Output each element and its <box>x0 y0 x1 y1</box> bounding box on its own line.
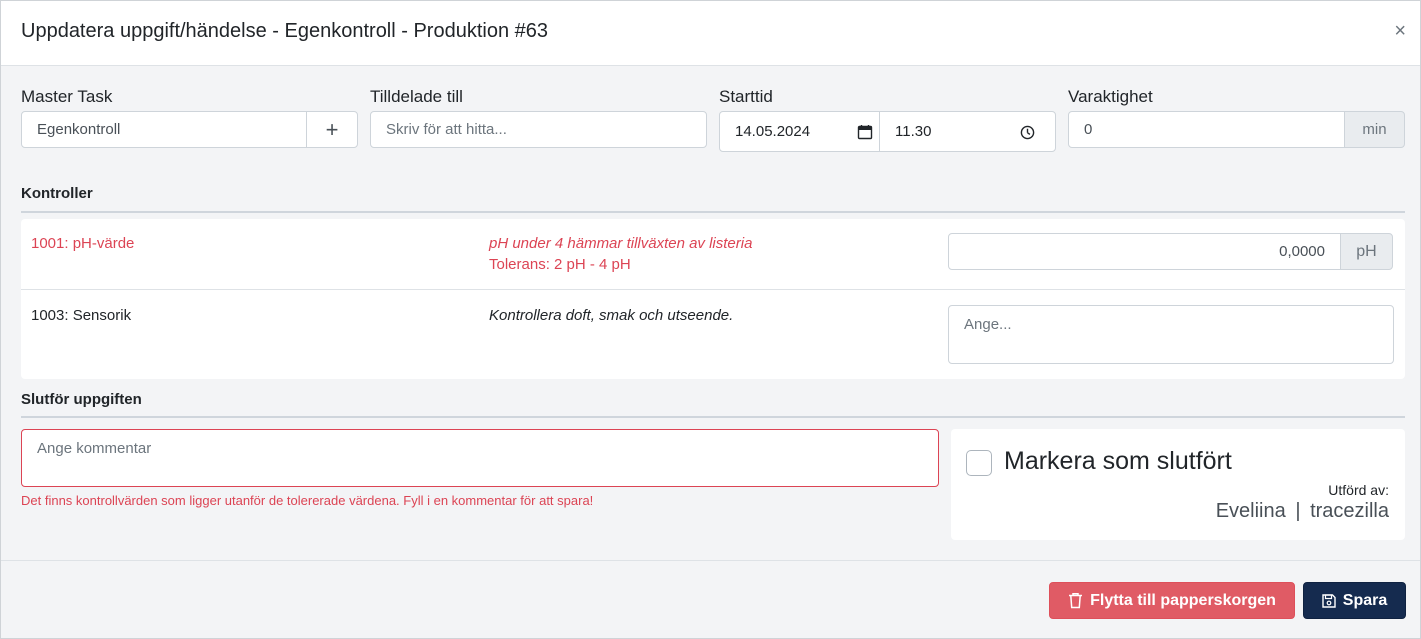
trash-icon <box>1068 592 1083 609</box>
duration-input[interactable]: 0 <box>1068 111 1345 148</box>
start-time-value: 11.30 <box>895 123 932 140</box>
ph-unit: pH <box>1340 233 1393 270</box>
assigned-label: Tilldelade till <box>370 87 463 106</box>
control-description: pH under 4 hämmar tillväxten av listeria <box>489 235 753 252</box>
save-label: Spara <box>1342 591 1388 609</box>
add-master-task-button[interactable]: + <box>306 111 358 148</box>
task-modal: Uppdatera uppgift/händelse - Egenkontrol… <box>0 0 1421 639</box>
performed-by-org: tracezilla <box>1310 500 1389 522</box>
ph-value-input[interactable]: 0,0000 <box>948 233 1341 270</box>
control-name: 1003: Sensorik <box>31 307 132 324</box>
control-row-divider <box>21 289 1405 290</box>
duration-unit: min <box>1344 111 1405 148</box>
controls-card: 1001: pH-värde pH under 4 hämmar tillväx… <box>21 219 1405 379</box>
completion-card: Markera som slutfört Utförd av: Eveliina… <box>951 429 1405 540</box>
move-to-trash-button[interactable]: Flytta till papperskorgen <box>1049 582 1295 619</box>
controls-divider <box>21 211 1405 213</box>
master-task-label: Master Task <box>21 87 113 106</box>
floppy-disk-icon <box>1322 593 1336 608</box>
comment-error-message: Det finns kontrollvärden som ligger utan… <box>21 493 594 508</box>
control-name: 1001: pH-värde <box>31 235 135 252</box>
duration-label: Varaktighet <box>1068 87 1153 106</box>
complete-section-title: Slutför uppgiften <box>21 391 142 408</box>
clock-icon[interactable] <box>1020 125 1035 140</box>
performed-by-label: Utförd av: <box>1328 482 1389 498</box>
sensory-input[interactable]: Ange... <box>948 305 1394 364</box>
performed-by-value: Eveliina | tracezilla <box>1216 500 1389 523</box>
master-task-input[interactable]: Egenkontroll <box>21 111 307 148</box>
close-button[interactable]: × <box>1394 20 1406 42</box>
modal-footer: Flytta till papperskorgen Spara <box>1 560 1420 638</box>
start-date-value: 14.05.2024 <box>735 123 811 140</box>
mark-complete-checkbox[interactable] <box>966 450 992 476</box>
start-time-label: Starttid <box>719 87 773 106</box>
assigned-search-input[interactable]: Skriv för att hitta... <box>370 111 707 148</box>
comment-textarea[interactable]: Ange kommentar <box>21 429 939 487</box>
mark-complete-label: Markera som slutfört <box>1004 447 1232 475</box>
move-to-trash-label: Flytta till papperskorgen <box>1090 591 1276 609</box>
complete-divider <box>21 416 1405 418</box>
start-date-input[interactable]: 14.05.2024 <box>719 111 880 152</box>
control-description: Kontrollera doft, smak och utseende. <box>489 307 734 324</box>
modal-header: Uppdatera uppgift/händelse - Egenkontrol… <box>1 1 1420 66</box>
controls-section-title: Kontroller <box>21 185 93 202</box>
performed-by-separator: | <box>1295 500 1301 522</box>
performed-by-user: Eveliina <box>1215 500 1286 522</box>
modal-body: Master Task Egenkontroll + Tilldelade ti… <box>1 66 1420 560</box>
control-tolerance: Tolerans: 2 pH - 4 pH <box>489 256 631 273</box>
save-button[interactable]: Spara <box>1303 582 1406 619</box>
modal-title: Uppdatera uppgift/händelse - Egenkontrol… <box>21 20 549 42</box>
start-time-input[interactable]: 11.30 <box>879 111 1056 152</box>
calendar-icon[interactable] <box>857 124 873 140</box>
